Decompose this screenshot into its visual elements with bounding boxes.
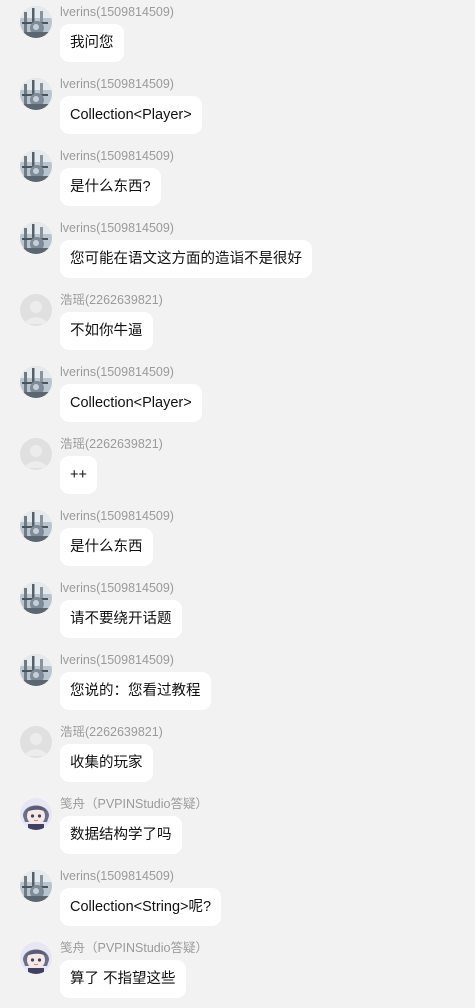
lverins-avatar-icon [20,366,52,398]
message-item: lverins(1509814509) 您可能在语文这方面的造诣不是很好 [0,216,475,288]
sender-name[interactable]: lverins(1509814509) [60,148,174,164]
message-bubble[interactable]: 您说的：您看过教程 [60,672,211,710]
lverins-avatar-icon [20,150,52,182]
message-bubble[interactable]: 是什么东西 [60,528,153,566]
sender-avatar[interactable] [20,870,52,902]
lverins-avatar-icon [20,6,52,38]
message-item: lverins(1509814509) 我问您 [0,0,475,72]
sender-name[interactable]: 笺舟（PVPINStudio答疑） [60,796,208,812]
message-bubble[interactable]: Collection<Player> [60,96,202,134]
message-item: 浩瑶(2262639821) ++ [0,432,475,504]
lverins-avatar-icon [20,222,52,254]
sender-avatar[interactable] [20,582,52,614]
sender-name[interactable]: lverins(1509814509) [60,508,174,524]
sender-name[interactable]: lverins(1509814509) [60,580,174,596]
sender-name[interactable]: lverins(1509814509) [60,4,174,20]
message-item: lverins(1509814509) 是什么东西? [0,144,475,216]
sender-name[interactable]: 浩瑶(2262639821) [60,724,163,740]
sender-name[interactable]: lverins(1509814509) [60,868,174,884]
message-item: lverins(1509814509) Collection<Player> [0,360,475,432]
sender-avatar[interactable] [20,510,52,542]
message-bubble[interactable]: 请不要绕开话题 [60,600,182,638]
message-bubble[interactable]: 您可能在语文这方面的造诣不是很好 [60,240,312,278]
sender-avatar[interactable] [20,942,52,974]
sender-avatar[interactable] [20,438,52,470]
lverins-avatar-icon [20,78,52,110]
message-bubble[interactable]: 是什么东西? [60,168,161,206]
sender-avatar[interactable] [20,78,52,110]
message-item: lverins(1509814509) 是什么东西 [0,504,475,576]
message-item: 浩瑶(2262639821) 不如你牛逼 [0,288,475,360]
sender-name[interactable]: 浩瑶(2262639821) [60,292,163,308]
lverins-avatar-icon [20,654,52,686]
sender-avatar[interactable] [20,6,52,38]
lverins-avatar-icon [20,870,52,902]
default-avatar-icon [20,294,52,326]
message-item: 笺舟（PVPINStudio答疑） 算了 不指望这些 [0,936,475,1008]
message-item: 浩瑶(2262639821) 收集的玩家 [0,720,475,792]
sender-avatar[interactable] [20,366,52,398]
sender-name[interactable]: lverins(1509814509) [60,76,174,92]
sender-name[interactable]: lverins(1509814509) [60,220,174,236]
default-avatar-icon [20,726,52,758]
sender-avatar[interactable] [20,294,52,326]
anime-avatar-icon [20,942,52,974]
anime-avatar-icon [20,798,52,830]
message-item: lverins(1509814509) 请不要绕开话题 [0,576,475,648]
sender-name[interactable]: 笺舟（PVPINStudio答疑） [60,940,208,956]
sender-avatar[interactable] [20,726,52,758]
sender-name[interactable]: 浩瑶(2262639821) [60,436,163,452]
sender-avatar[interactable] [20,150,52,182]
message-bubble[interactable]: 我问您 [60,24,124,62]
sender-name[interactable]: lverins(1509814509) [60,652,174,668]
message-bubble[interactable]: 数据结构学了吗 [60,816,182,854]
message-bubble[interactable]: Collection<String>呢? [60,888,222,926]
message-bubble[interactable]: Collection<Player> [60,384,202,422]
message-item: lverins(1509814509) 您说的：您看过教程 [0,648,475,720]
message-item: lverins(1509814509) Collection<String>呢? [0,864,475,936]
message-item: 笺舟（PVPINStudio答疑） 数据结构学了吗 [0,792,475,864]
message-bubble[interactable]: 收集的玩家 [60,744,153,782]
sender-name[interactable]: lverins(1509814509) [60,364,174,380]
message-bubble[interactable]: ++ [60,456,97,494]
lverins-avatar-icon [20,582,52,614]
message-item: lverins(1509814509) Collection<Player> [0,72,475,144]
sender-avatar[interactable] [20,222,52,254]
message-bubble[interactable]: 算了 不指望这些 [60,960,186,998]
sender-avatar[interactable] [20,798,52,830]
sender-avatar[interactable] [20,654,52,686]
message-bubble[interactable]: 不如你牛逼 [60,312,153,350]
lverins-avatar-icon [20,510,52,542]
default-avatar-icon [20,438,52,470]
